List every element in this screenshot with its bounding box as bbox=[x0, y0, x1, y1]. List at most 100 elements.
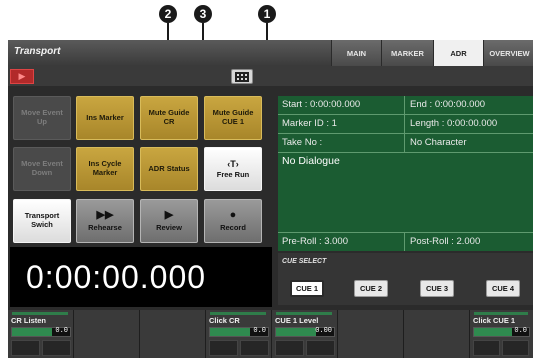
rehearse-button[interactable]: ▶▶ Rehearse bbox=[76, 199, 134, 243]
button-label: Review bbox=[156, 222, 182, 232]
dialogue-text: No Dialogue bbox=[282, 155, 340, 167]
length-field: Length : 0:00:00.000 bbox=[410, 118, 498, 129]
info-row: Take No : No Character bbox=[278, 134, 533, 153]
header-bar: Transport MAIN MARKER ADR OVERVIEW bbox=[8, 40, 533, 66]
channel-sub-slot bbox=[306, 340, 335, 356]
timecode-display: 0:00:00.000 bbox=[10, 247, 272, 307]
button-label: Free Run bbox=[216, 169, 250, 179]
channel-empty bbox=[404, 310, 470, 358]
ins-cycle-marker-button[interactable]: Ins Cycle Marker bbox=[76, 147, 134, 191]
channel-label: Click CR bbox=[209, 316, 240, 325]
sub-header-bar: ▶ bbox=[8, 66, 533, 86]
cue-info-panel: Start : 0:00:00.000 End : 0:00:00.000 Ma… bbox=[278, 96, 533, 251]
tab-marker[interactable]: MARKER bbox=[381, 40, 433, 66]
cue-2-button[interactable]: CUE 2 bbox=[354, 280, 388, 297]
start-field: Start : 0:00:00.000 bbox=[278, 96, 405, 114]
info-row: Start : 0:00:00.000 End : 0:00:00.000 bbox=[278, 96, 533, 115]
channel-empty bbox=[74, 310, 140, 358]
channel-cue1-level[interactable]: CUE 1 Level 0.00 bbox=[272, 310, 338, 358]
channel-sub-slot bbox=[473, 340, 500, 356]
pre-roll-field: Pre-Roll : 3.000 bbox=[278, 233, 405, 251]
channel-label: CUE 1 Level bbox=[275, 316, 319, 325]
level-fill bbox=[474, 328, 512, 336]
free-run-button[interactable]: ‹T› Free Run bbox=[204, 147, 262, 191]
play-icon: ▶ bbox=[164, 208, 174, 221]
review-button[interactable]: ▶ Review bbox=[140, 199, 198, 243]
channel-sub-slot bbox=[42, 340, 71, 356]
button-label: Ins Marker bbox=[86, 112, 124, 122]
button-label: Record bbox=[220, 222, 246, 232]
cue-4-button[interactable]: CUE 4 bbox=[486, 280, 520, 297]
channel-strip: CR Listen 0.0 Click CR 0.0 CUE 1 Level 0… bbox=[8, 310, 533, 358]
level-value: 0.00 bbox=[315, 327, 332, 335]
free-run-icon: ‹T› bbox=[227, 158, 239, 169]
cue-select-area: CUE SELECT CUE 1 CUE 2 CUE 3 CUE 4 bbox=[278, 253, 533, 305]
cue-1-button[interactable]: CUE 1 bbox=[290, 280, 324, 297]
callout-1: 1 bbox=[258, 5, 276, 23]
channel-indicator bbox=[474, 312, 528, 315]
button-label-line2: CR bbox=[163, 117, 175, 126]
channel-indicator bbox=[276, 312, 332, 315]
transport-panel: Transport MAIN MARKER ADR OVERVIEW ▶ Mov… bbox=[8, 40, 533, 358]
mute-guide-cr-button[interactable]: Mute Guide CR bbox=[140, 96, 198, 140]
level-meter[interactable]: 0.0 bbox=[11, 327, 71, 337]
record-button[interactable]: ● Record bbox=[204, 199, 262, 243]
channel-cr-listen[interactable]: CR Listen 0.0 bbox=[8, 310, 74, 358]
callout-3: 3 bbox=[194, 5, 212, 23]
tab-main[interactable]: MAIN bbox=[331, 40, 381, 66]
keypad-icon bbox=[235, 71, 249, 82]
mute-guide-cue1-button[interactable]: Mute Guide CUE 1 bbox=[204, 96, 262, 140]
button-label-line2: Marker bbox=[92, 168, 118, 177]
rehearse-icon: ▶▶ bbox=[96, 208, 114, 221]
channel-indicator bbox=[12, 312, 68, 315]
channel-sub-slot bbox=[209, 340, 238, 356]
level-value: 0.0 bbox=[55, 327, 68, 335]
record-icon: ● bbox=[229, 208, 237, 221]
cue-select-title: CUE SELECT bbox=[282, 258, 327, 265]
channel-sub-slot bbox=[275, 340, 304, 356]
play-icon: ▶ bbox=[18, 71, 26, 81]
numeric-keypad-button[interactable] bbox=[231, 69, 253, 84]
adr-status-button[interactable]: ADR Status bbox=[140, 147, 198, 191]
button-label-line2: Up bbox=[37, 117, 47, 126]
channel-empty bbox=[338, 310, 404, 358]
channel-empty bbox=[140, 310, 206, 358]
cue-3-button[interactable]: CUE 3 bbox=[420, 280, 454, 297]
move-event-down-button[interactable]: Move Event Down bbox=[13, 147, 71, 191]
character-field: No Character bbox=[410, 137, 467, 148]
channel-click-cue1[interactable]: Click CUE 1 0.0 bbox=[470, 310, 533, 358]
level-fill bbox=[276, 328, 316, 336]
level-meter[interactable]: 0.0 bbox=[209, 327, 269, 337]
level-value: 0.0 bbox=[514, 327, 527, 335]
level-meter[interactable]: 0.0 bbox=[473, 327, 530, 337]
channel-sub-slot bbox=[502, 340, 529, 356]
transport-switch-button[interactable]: Transport Swich bbox=[13, 199, 71, 243]
level-meter[interactable]: 0.00 bbox=[275, 327, 335, 337]
channel-label: Click CUE 1 bbox=[473, 316, 516, 325]
take-no-field: Take No : bbox=[278, 134, 405, 152]
tab-overview[interactable]: OVERVIEW bbox=[483, 40, 533, 66]
post-roll-field: Post-Roll : 2.000 bbox=[410, 236, 481, 247]
page-title: Transport bbox=[14, 46, 61, 57]
level-value: 0.0 bbox=[253, 327, 266, 335]
info-row: Marker ID : 1 Length : 0:00:00.000 bbox=[278, 115, 533, 134]
ins-marker-button[interactable]: Ins Marker bbox=[76, 96, 134, 140]
channel-click-cr[interactable]: Click CR 0.0 bbox=[206, 310, 272, 358]
callout-2: 2 bbox=[159, 5, 177, 23]
marker-id-field: Marker ID : 1 bbox=[278, 115, 405, 133]
channel-sub-slot bbox=[11, 340, 40, 356]
move-event-up-button[interactable]: Move Event Up bbox=[13, 96, 71, 140]
channel-sub-slot bbox=[240, 340, 269, 356]
play-button[interactable]: ▶ bbox=[10, 69, 34, 84]
button-label-line2: CUE 1 bbox=[221, 117, 245, 126]
button-label-line2: Swich bbox=[31, 220, 53, 229]
channel-label: CR Listen bbox=[11, 316, 47, 325]
level-fill bbox=[12, 328, 52, 336]
info-row: Pre-Roll : 3.000 Post-Roll : 2.000 bbox=[278, 232, 533, 251]
end-field: End : 0:00:00.000 bbox=[410, 99, 486, 110]
tab-bar: MAIN MARKER ADR OVERVIEW bbox=[331, 40, 533, 66]
tab-adr[interactable]: ADR bbox=[433, 40, 483, 66]
level-fill bbox=[210, 328, 250, 336]
button-label-line2: Down bbox=[31, 168, 53, 177]
button-label: ADR Status bbox=[148, 163, 190, 173]
